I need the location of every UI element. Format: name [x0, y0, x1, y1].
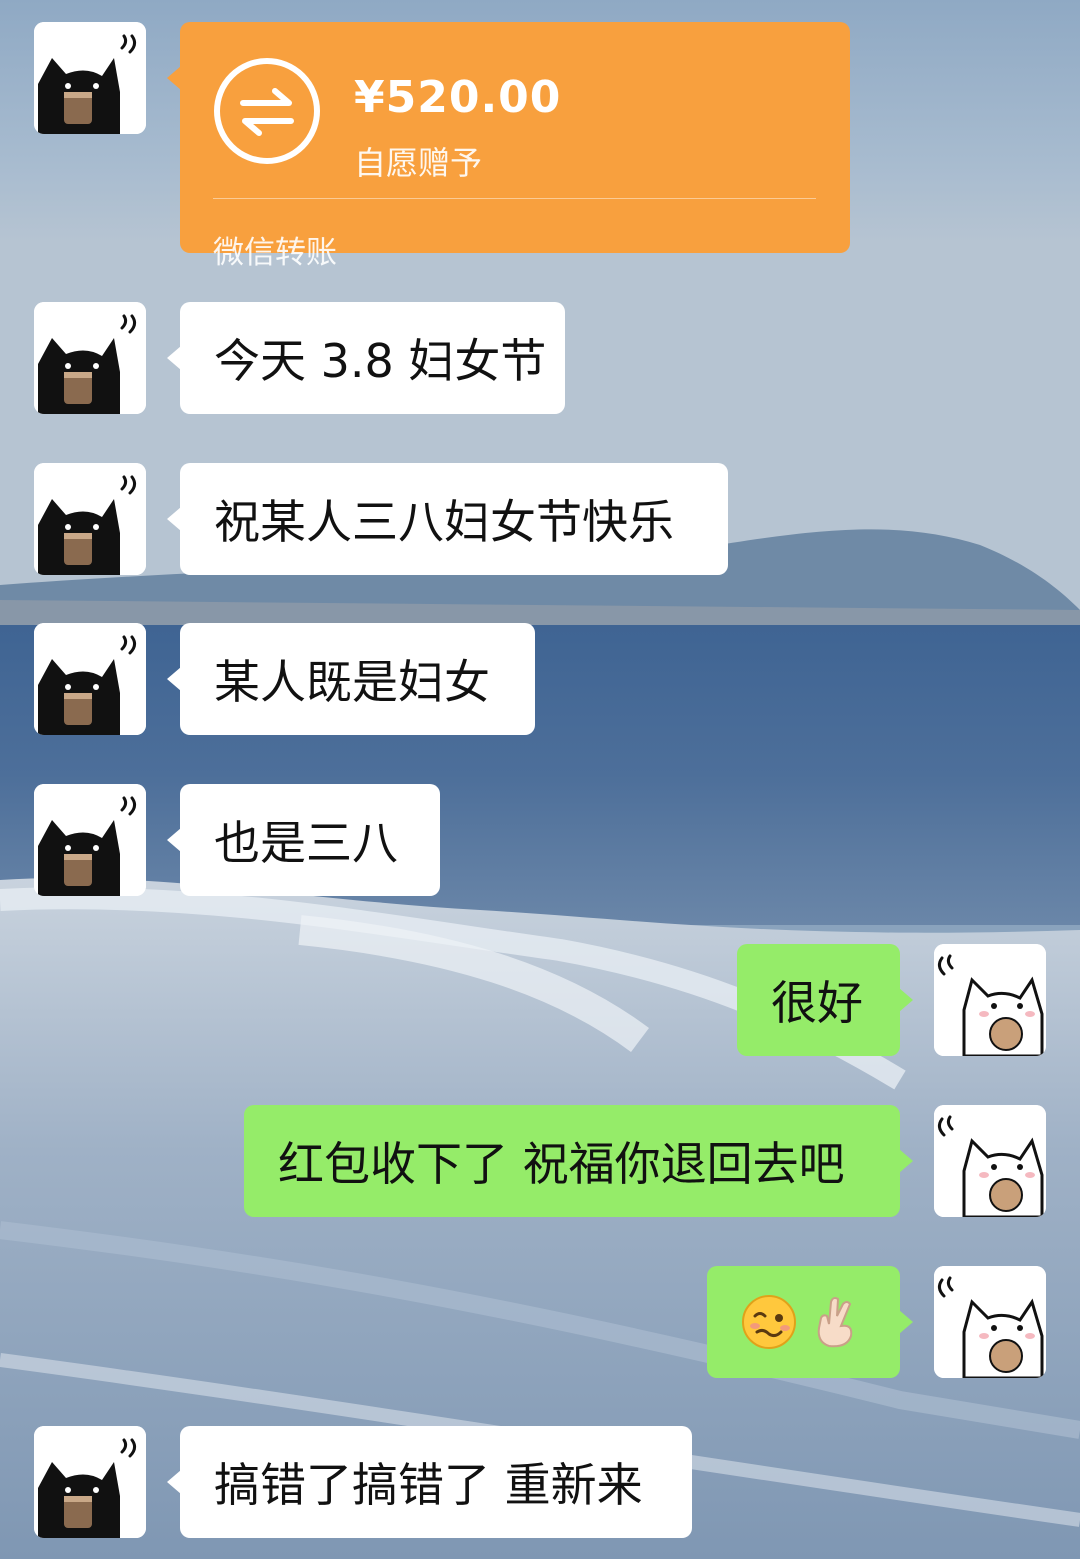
black-cat-avatar-icon	[34, 463, 146, 575]
woozy-face-icon	[741, 1294, 797, 1350]
transfer-amount: ¥520.00	[354, 72, 562, 123]
transfer-arrows-icon	[213, 57, 321, 165]
message-bubble[interactable]: 搞错了搞错了 重新来	[167, 1426, 692, 1538]
transfer-divider	[213, 198, 816, 199]
black-cat-avatar-icon	[34, 784, 146, 896]
message-text: 祝某人三八妇女节快乐	[214, 495, 674, 549]
contact-avatar[interactable]	[34, 1426, 146, 1538]
black-cat-avatar-icon	[34, 302, 146, 414]
own-message-bubble[interactable]: 很好	[737, 944, 913, 1056]
message-text: 搞错了搞错了 重新来	[214, 1458, 643, 1512]
own-message-bubble[interactable]	[707, 1266, 913, 1378]
message-bubble[interactable]: 祝某人三八妇女节快乐	[167, 463, 728, 575]
message-text: 也是三八	[214, 816, 398, 870]
white-cat-avatar-icon	[934, 1266, 1046, 1378]
black-cat-avatar-icon	[34, 1426, 146, 1538]
message-text: 红包收下了 祝福你退回去吧	[278, 1137, 845, 1191]
contact-avatar[interactable]	[34, 463, 146, 575]
own-avatar[interactable]	[934, 944, 1046, 1056]
message-text: 某人既是妇女	[214, 655, 490, 709]
contact-avatar[interactable]	[34, 784, 146, 896]
white-cat-avatar-icon	[934, 1105, 1046, 1217]
transfer-footer-label: 微信转账	[213, 235, 337, 271]
black-cat-avatar-icon	[34, 22, 146, 134]
contact-avatar[interactable]	[34, 623, 146, 735]
message-bubble[interactable]: 某人既是妇女	[167, 623, 535, 735]
own-avatar[interactable]	[934, 1266, 1046, 1378]
own-avatar[interactable]	[934, 1105, 1046, 1217]
white-cat-avatar-icon	[934, 944, 1046, 1056]
message-bubble[interactable]: 今天 3.8 妇女节	[167, 302, 565, 414]
message-text: 今天 3.8 妇女节	[214, 334, 547, 388]
own-message-bubble[interactable]: 红包收下了 祝福你退回去吧	[244, 1105, 913, 1217]
contact-avatar[interactable]	[34, 22, 146, 134]
message-bubble[interactable]: 也是三八	[167, 784, 440, 896]
crossed-fingers-icon	[807, 1294, 863, 1350]
black-cat-avatar-icon	[34, 623, 146, 735]
transfer-note: 自愿赠予	[354, 144, 483, 182]
transfer-card[interactable]: ¥520.00 自愿赠予 微信转账	[167, 22, 850, 271]
contact-avatar[interactable]	[34, 302, 146, 414]
message-text: 很好	[771, 976, 863, 1030]
